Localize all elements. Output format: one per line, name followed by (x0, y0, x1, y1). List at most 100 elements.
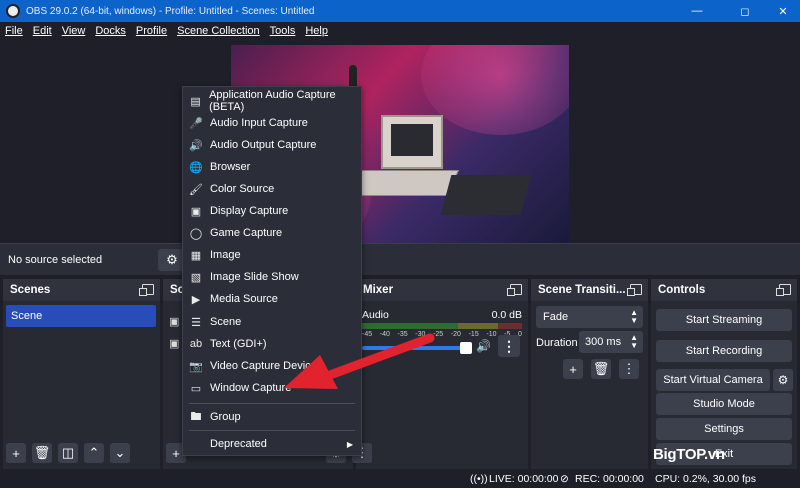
meter-tick: -40 (379, 331, 390, 338)
add-transition-plus-icon[interactable]: + (563, 359, 583, 379)
minimize-icon[interactable]: — (680, 0, 714, 22)
menu-item-image-slide-show[interactable]: ▧ Image Slide Show (183, 266, 361, 288)
gamepad-icon: ◯ (189, 227, 203, 240)
preview-device (440, 175, 532, 215)
menu-item-label: Audio Output Capture (210, 139, 317, 151)
menu-item-video-capture-device[interactable]: 📷 Video Capture Device (183, 355, 361, 377)
remove-transition-trash-icon[interactable]: 🗑 (591, 359, 611, 379)
close-icon[interactable]: ✕ (766, 0, 800, 22)
meter-tick: -45 (362, 331, 373, 338)
menu-item-label: Image Slide Show (210, 271, 299, 283)
up-down-arrows-icon[interactable]: ▲ ▼ (630, 334, 638, 350)
studio-mode-button[interactable]: Studio Mode (656, 393, 792, 415)
menu-item-label: Window Capture (210, 382, 292, 394)
menu-docks[interactable]: Docks (95, 25, 126, 37)
mixer-title: Mixer (363, 284, 394, 296)
app-audio-icon: ▤ (190, 95, 201, 108)
menu-item-audio-output-capture[interactable]: 🔊 Audio Output Capture (183, 134, 361, 156)
virtual-camera-gear-icon[interactable]: ⚙ (773, 369, 793, 391)
play-icon: ▶ (191, 293, 201, 306)
menu-item-text-gdi[interactable]: ab Text (GDI+) (183, 333, 361, 355)
volume-slider-handle[interactable] (460, 342, 472, 354)
scene-transitions-dock: Scene Transiti... Fade ▲ ▼ Duration 300 m… (531, 279, 648, 469)
menu-profile[interactable]: Profile (136, 25, 167, 37)
menu-item-label: Browser (210, 161, 251, 173)
maximize-icon[interactable]: ◻ (728, 0, 762, 22)
volume-slider-track[interactable] (362, 346, 468, 350)
obs-logo-icon (6, 4, 20, 18)
preview-glow (421, 45, 569, 135)
menu-item-audio-input-capture[interactable]: 🎤 Audio Input Capture (183, 112, 361, 134)
transition-select[interactable]: Fade ▲ ▼ (536, 306, 643, 328)
start-recording-button[interactable]: Start Recording (656, 340, 792, 362)
mixer-db-value: 0.0 dB (491, 309, 522, 321)
mixer-header: Mixer (356, 279, 528, 301)
scenes-dock: Scenes Scene + 🗑 ◫ ⌃ ⌄ (3, 279, 160, 469)
remove-scene-trash-icon[interactable]: 🗑 (32, 443, 52, 463)
meter-tick: -25 (433, 331, 444, 338)
rec-disabled-icon: ⊘ (560, 473, 569, 485)
undock-icon[interactable] (627, 284, 642, 296)
menu-item-group[interactable]: 🖿 Group (183, 406, 361, 428)
menu-item-deprecated[interactable]: Deprecated ▶ (183, 433, 361, 455)
duration-label: Duration (536, 337, 578, 349)
speaker-mute-icon[interactable]: 🔊 (476, 339, 491, 353)
menu-item-browser[interactable]: 🌐 Browser (183, 156, 361, 178)
menu-item-color-source[interactable]: 🖌 Color Source (183, 178, 361, 200)
meter-tick: -35 (397, 331, 408, 338)
volume-meter (362, 323, 522, 329)
duration-spinbox[interactable]: 300 ms ▲ ▼ (579, 331, 643, 353)
menu-item-label: Group (210, 411, 241, 423)
source-list-icons: ▣ ▣ (169, 311, 179, 355)
menu-view[interactable]: View (62, 25, 86, 37)
globe-icon: 🌐 (189, 161, 203, 174)
menu-edit[interactable]: Edit (33, 25, 52, 37)
menu-tools[interactable]: Tools (270, 25, 296, 37)
transition-menu-icon[interactable]: ⋮ (619, 359, 639, 379)
mixer-more-options-icon[interactable]: ⋮ (498, 335, 520, 357)
add-scene-plus-icon[interactable]: + (6, 443, 26, 463)
scene-filters-icon[interactable]: ◫ (58, 443, 78, 463)
rec-time: REC: 00:00:00 (575, 473, 644, 485)
live-time: LIVE: 00:00:00 (489, 473, 559, 485)
undock-icon[interactable] (139, 284, 154, 296)
menu-scene-collection[interactable]: Scene Collection (177, 25, 260, 37)
image-icon: ▦ (190, 249, 202, 262)
menu-item-label: Text (GDI+) (210, 338, 267, 350)
scenes-title: Scenes (10, 284, 51, 296)
menu-bar: File Edit View Docks Profile Scene Colle… (0, 22, 800, 40)
scene-list-item[interactable]: Scene (6, 305, 156, 327)
menu-item-game-capture[interactable]: ◯ Game Capture (183, 222, 361, 244)
menu-item-label: Game Capture (210, 227, 283, 239)
move-scene-down-icon[interactable]: ⌄ (110, 443, 130, 463)
watermark-text: BigTOP.vn (653, 446, 725, 463)
camera-icon: 📷 (189, 360, 203, 373)
settings-button[interactable]: Settings (656, 418, 792, 440)
start-virtual-camera-button[interactable]: Start Virtual Camera (656, 369, 770, 391)
move-scene-up-icon[interactable]: ⌃ (84, 443, 104, 463)
menu-help[interactable]: Help (305, 25, 328, 37)
menu-item-image[interactable]: ▦ Image (183, 244, 361, 266)
menu-file[interactable]: File (5, 25, 23, 37)
meter-tick: -15 (468, 331, 479, 338)
add-source-context-menu: ▤ Application Audio Capture (BETA) 🎤 Aud… (182, 86, 362, 456)
live-broadcast-icon: ((•)) (470, 473, 488, 485)
menu-separator (189, 403, 355, 404)
slideshow-icon: ▧ (190, 271, 202, 284)
transition-select-value: Fade (543, 311, 569, 323)
menu-item-window-capture[interactable]: ▭ Window Capture (183, 377, 361, 399)
text-icon: ab (189, 338, 203, 350)
start-streaming-button[interactable]: Start Streaming (656, 309, 792, 331)
menu-item-media-source[interactable]: ▶ Media Source (183, 288, 361, 310)
menu-item-application-audio-capture[interactable]: ▤ Application Audio Capture (BETA) (183, 89, 361, 113)
audio-mixer-dock: Mixer Audio 0.0 dB -45 -40 -35 -30 -25 -… (326, 279, 528, 469)
controls-dock: Controls Start Streaming Start Recording… (651, 279, 797, 469)
undock-icon[interactable] (776, 284, 791, 296)
up-down-arrows-icon: ▲ ▼ (630, 308, 638, 325)
menu-item-scene[interactable]: ☰ Scene (183, 311, 361, 333)
status-bar: ((•)) LIVE: 00:00:00 ⊘ REC: 00:00:00 CPU… (0, 470, 800, 488)
menu-item-label: Application Audio Capture (BETA) (209, 89, 336, 113)
menu-item-display-capture[interactable]: ▣ Display Capture (183, 200, 361, 222)
undock-icon[interactable] (507, 284, 522, 296)
submenu-arrow-icon: ▶ (346, 439, 353, 449)
